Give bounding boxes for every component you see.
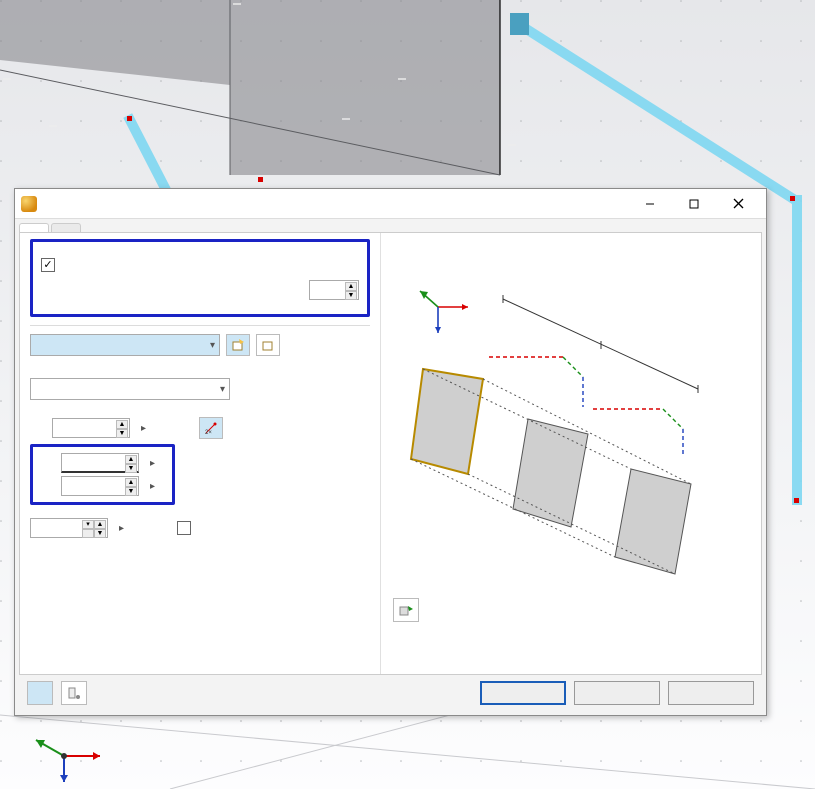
z-input[interactable]: ▲▼ [61,476,139,496]
bg-label [3,78,11,80]
new-coord-system-button[interactable] [226,334,250,356]
move-copy-dialog: ▲▼ ▾ [14,188,767,716]
spin-buttons[interactable]: ▲▼ [345,282,357,300]
preview-diagram [393,249,733,589]
tabs [15,219,766,232]
app-icon [21,196,37,212]
spin-buttons[interactable]: ▲▼ [125,455,137,473]
spin-buttons[interactable]: ▲▼ [125,478,137,496]
play-icon[interactable]: ▸ [138,423,149,434]
titlebar[interactable] [15,189,766,219]
maximize-button[interactable] [672,190,716,218]
minimize-button[interactable] [628,190,672,218]
total-checkbox[interactable] [177,521,191,535]
chevron-down-icon: ▾ [220,384,225,395]
coord-system-combo[interactable]: ▾ [30,334,220,356]
preview-panel [380,233,761,674]
axis-widget [18,726,108,786]
bg-label [508,144,516,146]
spacing-input[interactable]: ▾ ▲▼ [30,518,108,538]
play-icon[interactable]: ▸ [147,458,158,469]
bg-label [233,3,241,5]
play-icon[interactable]: ▸ [116,523,127,534]
play-icon[interactable]: ▸ [147,481,158,492]
apply-button[interactable] [668,681,754,705]
yz-highlight: ▲▼ ▸ ▲▼ ▸ [30,444,175,505]
preview-apply-button[interactable] [393,598,419,622]
settings-button[interactable] [61,681,87,705]
tab-numbering-options[interactable] [51,223,81,232]
bg-label [398,78,406,80]
y-input[interactable]: ▲▼ [61,453,139,473]
ok-button[interactable] [480,681,566,705]
copy-section-highlight: ▲▼ [30,239,370,317]
svg-text:2×: 2× [205,430,212,435]
bg-label [49,125,57,127]
dialog-body: ▲▼ ▾ [19,232,762,675]
create-copy-checkbox[interactable] [41,258,55,272]
cancel-button[interactable] [574,681,660,705]
close-button[interactable] [716,190,760,218]
steps-input[interactable]: ▲▼ [309,280,359,300]
pick-points-button[interactable]: 2× [199,417,223,439]
direction-through-combo[interactable]: ▾ [30,378,230,400]
bg-label [342,118,350,120]
tab-main[interactable] [19,223,49,232]
chevron-down-icon: ▾ [210,340,215,351]
x-input[interactable]: ▲▼ [52,418,130,438]
edit-coord-system-button[interactable] [256,334,280,356]
spin-buttons[interactable]: ▲▼ [94,520,106,538]
decimal-places-button[interactable] [27,681,53,705]
dialog-footer [15,675,766,715]
spin-buttons[interactable]: ▲▼ [116,420,128,438]
spacing-combo-icon[interactable]: ▾ [82,520,94,538]
